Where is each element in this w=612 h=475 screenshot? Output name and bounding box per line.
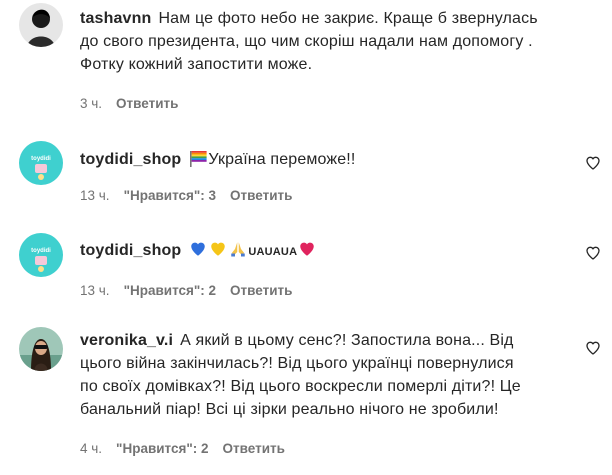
comment-line: Україна переможе!!: [208, 151, 356, 168]
emoji-text: UAUAUA: [248, 246, 298, 258]
folded-hands-icon: [228, 240, 248, 265]
like-heart-icon[interactable]: [585, 340, 601, 356]
username[interactable]: toydidi_shop: [80, 151, 181, 168]
svg-text:toydidi: toydidi: [31, 248, 51, 254]
comment-meta: 3 ч. Ответить: [80, 96, 192, 112]
comment-text: tashavnn Нам це фото небо не закриє. Кращ…: [80, 7, 570, 76]
comment-text: toydidi_shop UAUAUA: [80, 239, 570, 265]
comment-line: А який в цьому сенс?! Запостила вона... …: [180, 332, 514, 349]
comment-meta: 13 ч. "Нравится": 2 Ответить: [80, 283, 306, 299]
avatar-image-toydidi: toydidi: [19, 141, 63, 185]
likes-count[interactable]: "Нравится": 2: [124, 283, 216, 298]
timestamp[interactable]: 4 ч.: [80, 441, 102, 456]
red-heart-icon: [297, 240, 317, 265]
comment-text: veronika_v.i А який в цьому сенс?! Запост…: [80, 329, 570, 421]
reply-button[interactable]: Ответить: [223, 441, 285, 456]
like-heart-icon[interactable]: [585, 155, 601, 171]
reply-button[interactable]: Ответить: [230, 188, 292, 203]
like-heart-icon[interactable]: [585, 245, 601, 261]
svg-text:toydidi: toydidi: [31, 156, 51, 162]
comment-line: до свого президента, що чим скоріш надал…: [80, 33, 533, 50]
avatar[interactable]: toydidi: [19, 233, 63, 277]
avatar[interactable]: [19, 3, 63, 47]
comment-text: toydidi_shop Україна переможе!!: [80, 148, 570, 174]
likes-count[interactable]: "Нравится": 3: [124, 188, 216, 203]
blue-heart-icon: [188, 240, 208, 265]
username[interactable]: veronika_v.i: [80, 332, 173, 349]
timestamp[interactable]: 13 ч.: [80, 283, 110, 298]
rainbow-flag-icon: [188, 149, 208, 174]
timestamp[interactable]: 3 ч.: [80, 96, 102, 111]
comment-line: по своїх домівках?! Від цього воскресли …: [80, 378, 521, 395]
comment-meta: 4 ч. "Нравится": 2 Ответить: [80, 441, 299, 457]
comment-line: банальний піар! Всі ці зірки реально ніч…: [80, 401, 499, 418]
username[interactable]: tashavnn: [80, 10, 151, 27]
likes-count[interactable]: "Нравится": 2: [116, 441, 208, 456]
avatar[interactable]: toydidi: [19, 141, 63, 185]
reply-button[interactable]: Ответить: [116, 96, 178, 111]
avatar[interactable]: [19, 327, 63, 371]
yellow-heart-icon: [208, 240, 228, 265]
timestamp[interactable]: 13 ч.: [80, 188, 110, 203]
avatar-image-toydidi: toydidi: [19, 233, 63, 277]
username[interactable]: toydidi_shop: [80, 242, 181, 259]
comment-line: цього війна закінчилась?! Від цього укра…: [80, 355, 514, 372]
reply-button[interactable]: Ответить: [230, 283, 292, 298]
comment-line: Нам це фото небо не закриє. Краще б звер…: [158, 10, 538, 27]
comment-meta: 13 ч. "Нравится": 3 Ответить: [80, 188, 306, 204]
avatar-image-tashavnn: [19, 3, 63, 47]
avatar-image-veronika: [19, 327, 63, 371]
comment-line: Фотку кожний запостити може.: [80, 56, 313, 73]
